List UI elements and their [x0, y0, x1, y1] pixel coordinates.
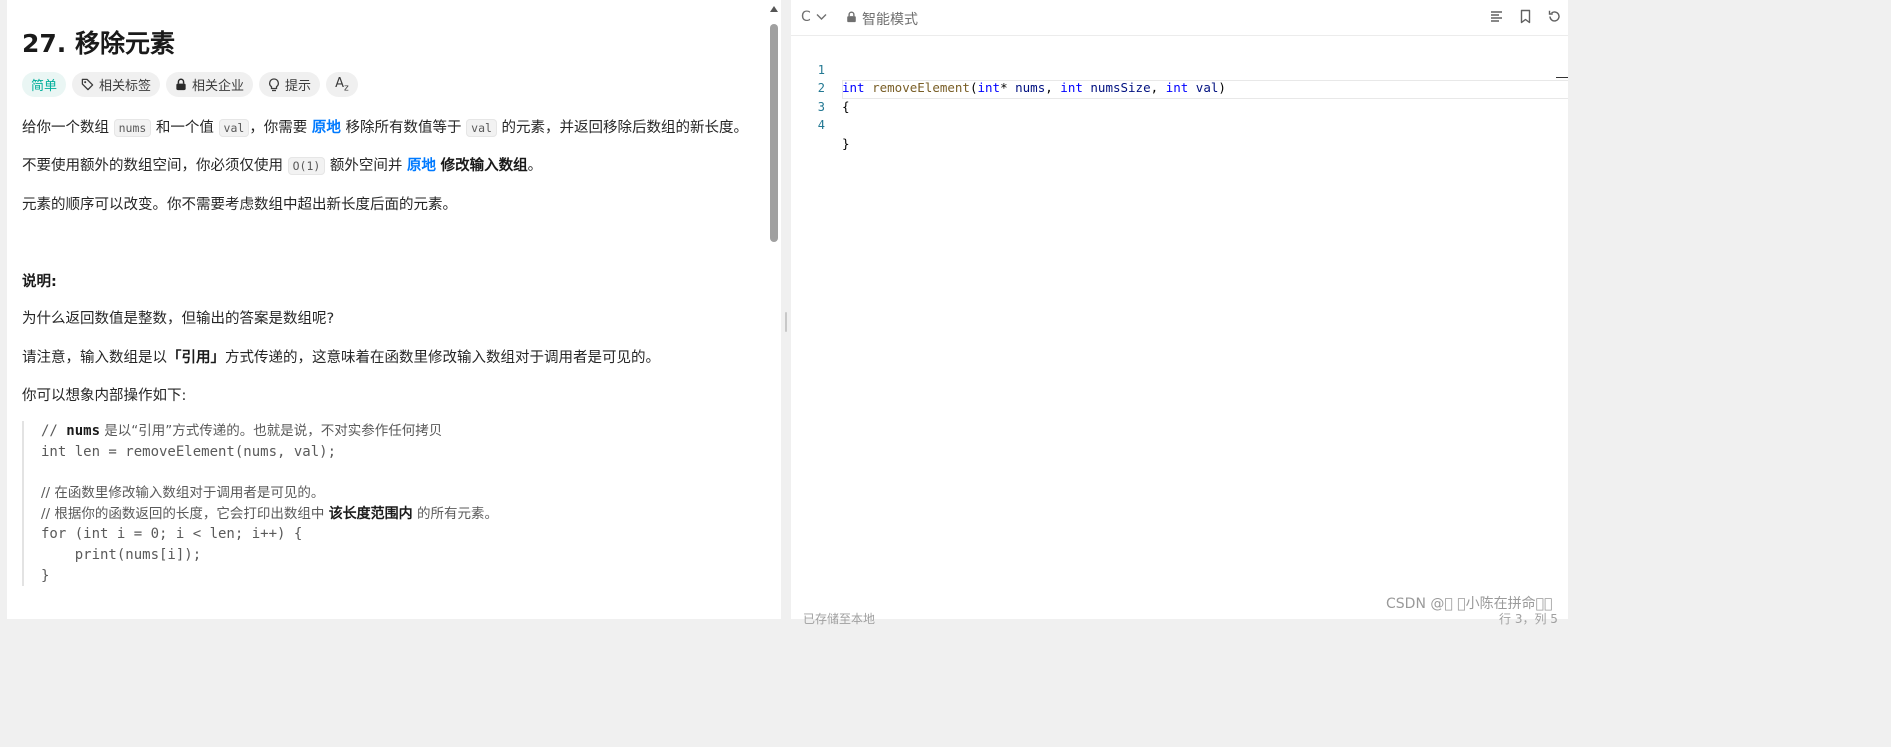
format-code-icon[interactable] — [1489, 9, 1504, 24]
line-content[interactable]: } — [842, 135, 850, 154]
problem-title: 27. 移除元素 — [22, 29, 175, 58]
code-line: // 在函数里修改输入数组对于调用者是可见的。 — [41, 485, 325, 502]
line-number: 4 — [817, 118, 825, 133]
code-line: // nums 是以“引用”方式传递的。也就是说，不对实参作任何拷贝 — [41, 423, 443, 439]
editor-line[interactable]: 1 int removeElement(int* nums, int numsS… — [791, 42, 1568, 96]
translate-icon: Az — [335, 75, 349, 94]
editor-toolbar: C 智能模式 — [791, 0, 1568, 36]
note-paragraph-3: 你可以想象内部操作如下: — [22, 388, 187, 404]
translate-button[interactable]: Az — [326, 72, 358, 97]
related-companies-button[interactable]: 相关企业 — [166, 72, 254, 97]
code-editor[interactable]: 1 int removeElement(int* nums, int numsS… — [791, 42, 1568, 151]
lock-icon — [846, 11, 857, 27]
save-status: 已存储至本地 — [803, 612, 876, 626]
reset-code-icon[interactable] — [1547, 9, 1562, 24]
example-code-block: // nums 是以“引用”方式传递的。也就是说，不对实参作任何拷贝 int l… — [22, 421, 762, 586]
chevron-down-icon — [816, 9, 827, 25]
code-line: } — [41, 567, 50, 584]
splitter-grip-icon[interactable] — [785, 312, 787, 332]
note-paragraph-1: 为什么返回数值是整数，但输出的答案是数组呢? — [22, 311, 335, 327]
related-companies-label: 相关企业 — [192, 79, 245, 94]
note-paragraph-2: 请注意，输入数组是以「引用」方式传递的，这意味着在函数里修改输入数组对于调用者是… — [22, 350, 660, 366]
language-label: C — [801, 9, 811, 25]
difficulty-badge: 简单 — [22, 72, 67, 97]
hints-label: 提示 — [285, 79, 312, 94]
code-editor-pane: C 智能模式 1 int removeElement(int* nums, in… — [791, 0, 1568, 626]
editor-actions — [1489, 9, 1562, 24]
watermark: CSDN @   小陈在拼命   — [1386, 596, 1553, 612]
smart-mode-label: 智能模式 — [862, 12, 918, 28]
code-line: // 根据你的函数返回的长度，它会打印出数组中 该长度范围内 的所有元素。 — [41, 505, 498, 522]
tag-icon — [81, 78, 94, 91]
note-heading: 说明: — [22, 274, 57, 290]
lock-icon — [175, 78, 187, 91]
code-line: int len = removeElement(nums, val); — [41, 443, 337, 460]
smart-mode-toggle[interactable]: 智能模式 — [846, 9, 918, 29]
scroll-up-arrow-icon[interactable] — [770, 6, 778, 12]
description-scrollbar[interactable] — [769, 6, 780, 616]
editor-line[interactable]: 3 — [791, 79, 1568, 114]
related-tags-label: 相关标签 — [99, 79, 152, 94]
problem-description-pane: 27. 移除元素 简单 相关标签 相关企业 提示 Az 给你一个数组 nums … — [7, 0, 781, 619]
editor-line[interactable]: 2 { — [791, 61, 1568, 114]
lightbulb-icon — [268, 77, 280, 92]
code-line: for (int i = 0; i < len; i++) { — [41, 526, 303, 543]
description-paragraph-3: 元素的顺序可以改变。你不需要考虑数组中超出新长度后面的元素。 — [22, 197, 457, 213]
language-select[interactable]: C — [801, 9, 827, 25]
scroll-thumb[interactable] — [770, 24, 778, 242]
description-paragraph-2: 不要使用额外的数组空间，你必须仅使用 O(1) 额外空间并 原地 修改输入数组。 — [22, 157, 543, 175]
editor-line[interactable]: 4 } — [791, 98, 1568, 151]
hints-button[interactable]: 提示 — [259, 72, 321, 97]
bookmark-icon[interactable] — [1518, 9, 1533, 24]
code-line: print(nums[i]); — [41, 547, 202, 564]
related-tags-button[interactable]: 相关标签 — [72, 72, 161, 97]
problem-tags: 简单 相关标签 相关企业 提示 Az — [22, 72, 358, 97]
description-paragraph-1: 给你一个数组 nums 和一个值 val ，你需要 原地 移除所有数值等于 val… — [22, 119, 749, 137]
pane-splitter[interactable] — [781, 0, 791, 619]
